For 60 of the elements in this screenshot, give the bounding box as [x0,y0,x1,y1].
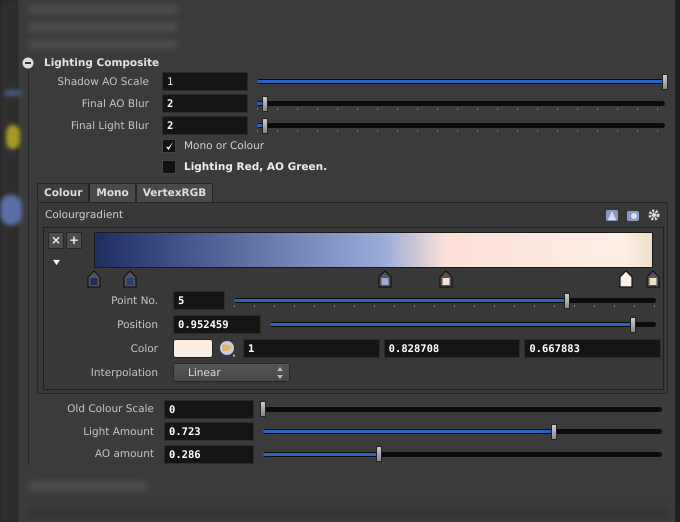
parameter-label: Color [130,342,158,355]
color-stop-marker[interactable] [646,270,660,288]
stop-track[interactable] [87,268,660,289]
value-field[interactable]: 1 [243,339,380,358]
parameter-label: Point No. [110,294,158,307]
slider-handle[interactable] [260,401,266,418]
up-down-arrows-icon [276,366,284,380]
color-stop-marker[interactable] [619,270,634,288]
slider-handle[interactable] [551,424,558,440]
color-picker-icon[interactable] [219,340,237,358]
value-field[interactable]: 0.286 [164,444,254,464]
slider[interactable] [254,96,668,112]
value-field[interactable]: 0.723 [164,422,254,442]
parameter-label: Final Light Blur [70,120,149,132]
parameter-label: Final AO Blur [80,98,149,110]
tent-icon[interactable] [605,208,619,222]
color-stop-marker[interactable] [123,270,138,288]
value-field[interactable]: 0.828708 [384,339,520,358]
slider-handle[interactable] [662,74,668,90]
value-field[interactable]: 5 [173,291,225,310]
color-stop-marker[interactable] [439,270,454,288]
checkbox[interactable] [162,139,176,154]
tab[interactable]: Colour [37,182,90,202]
color-stop-marker[interactable] [378,270,392,288]
dropdown-menu[interactable]: Linear [173,363,290,382]
slider[interactable] [254,118,668,134]
parameter-label: Position [116,318,158,331]
checkbox-label: Mono or Colour [184,140,264,152]
gradient-title: Colourgradient [44,208,124,221]
slider-handle[interactable] [262,118,268,134]
slider-handle[interactable] [262,96,268,112]
parameter-label: Old Colour Scale [66,403,154,416]
value-field[interactable]: 0.952459 [173,315,261,334]
dropdown-triangle-icon[interactable] [52,258,61,266]
value-field[interactable]: 2 [162,116,248,136]
slider-handle[interactable] [630,316,636,333]
gradient-bar[interactable] [94,232,653,268]
gradient-button[interactable]: × [48,232,64,249]
checkmark-icon [164,140,174,152]
color-swatch[interactable] [173,339,213,358]
value-field[interactable]: 0.667883 [524,339,662,358]
slider-handle[interactable] [564,292,570,309]
settings-icon[interactable] [647,208,661,222]
slider[interactable] [231,292,659,309]
collapse-icon[interactable] [22,56,34,68]
section-title[interactable]: Lighting Composite [44,56,160,68]
tab[interactable]: VertexRGB [136,182,214,202]
parameter-label: Interpolation [90,366,158,379]
value-field[interactable]: 2 [162,94,248,114]
value-field[interactable]: 1 [162,72,248,92]
checkbox-label: Lighting Red, AO Green. [184,160,328,173]
slider-handle[interactable] [376,446,382,462]
parameter-label: Shadow AO Scale [56,76,149,88]
parameter-label: AO amount [94,448,154,460]
gradient-button[interactable]: + [66,232,82,249]
tab[interactable]: Mono [89,182,136,202]
color-stop-marker[interactable] [87,270,101,288]
checkbox[interactable] [162,160,176,174]
value-field[interactable]: 0 [164,400,254,419]
parameter-label: Light Amount [82,426,154,438]
